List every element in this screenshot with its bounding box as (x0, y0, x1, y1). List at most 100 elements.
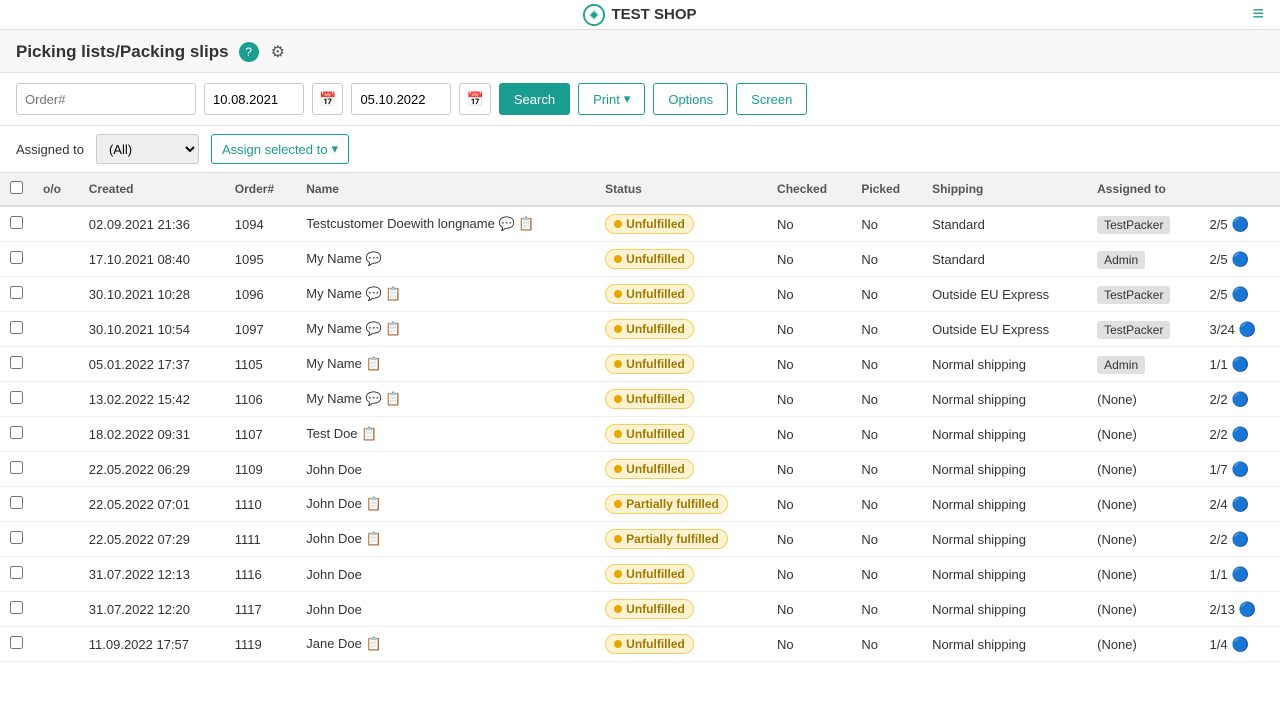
note-icon[interactable]: 💬 (365, 251, 381, 266)
order-input[interactable] (16, 83, 196, 115)
assigned-row: Assigned to (All) Admin TestPacker Assig… (0, 126, 1280, 173)
row-created: 31.07.2022 12:20 (79, 592, 225, 627)
row-checked: No (767, 206, 851, 242)
table-row: 22.05.2022 06:29 1109 John Doe Unfulfill… (0, 452, 1280, 487)
options-button[interactable]: Options (653, 83, 728, 115)
row-name: Testcustomer Doewith longname 💬 📋 (296, 206, 595, 242)
info-icon[interactable]: 🔵 (1232, 636, 1249, 653)
orders-table-container: o/o Created Order# Name Status Checked P… (0, 173, 1280, 662)
row-checkbox[interactable] (10, 601, 23, 614)
row-created: 13.02.2022 15:42 (79, 382, 225, 417)
row-shipping: Outside EU Express (922, 312, 1087, 347)
row-checkbox[interactable] (10, 251, 23, 264)
row-order: 1117 (225, 592, 296, 627)
print-dropdown-icon: ▾ (624, 91, 631, 107)
row-order: 1107 (225, 417, 296, 452)
assigned-none: (None) (1097, 567, 1137, 582)
row-checked: No (767, 592, 851, 627)
select-all-checkbox[interactable] (10, 181, 23, 194)
count-value: 1/7 (1210, 462, 1228, 477)
status-dot (614, 500, 622, 508)
info-icon[interactable]: 🔵 (1232, 461, 1249, 478)
assigned-badge: TestPacker (1097, 321, 1170, 339)
info-icon[interactable]: 🔵 (1239, 321, 1256, 338)
row-checkbox[interactable] (10, 531, 23, 544)
row-count: 2/2 🔵 (1200, 522, 1280, 557)
doc-icon[interactable]: 📋 (365, 356, 381, 371)
info-icon[interactable]: 🔵 (1232, 426, 1249, 443)
row-checkbox[interactable] (10, 426, 23, 439)
row-name: My Name 💬 📋 (296, 382, 595, 417)
row-checkbox[interactable] (10, 216, 23, 229)
row-checked: No (767, 347, 851, 382)
row-created: 22.05.2022 06:29 (79, 452, 225, 487)
print-button[interactable]: Print ▾ (578, 83, 645, 115)
search-button[interactable]: Search (499, 83, 570, 115)
assign-selected-button[interactable]: Assign selected to ▾ (211, 134, 349, 164)
row-checkbox-cell (0, 382, 33, 417)
info-icon[interactable]: 🔵 (1232, 356, 1249, 373)
info-icon[interactable]: 🔵 (1232, 531, 1249, 548)
info-icon[interactable]: 🔵 (1232, 216, 1249, 233)
row-picked: No (851, 347, 922, 382)
row-checkbox[interactable] (10, 566, 23, 579)
doc-icon[interactable]: 📋 (366, 636, 382, 651)
row-order: 1097 (225, 312, 296, 347)
row-checkbox[interactable] (10, 391, 23, 404)
help-button[interactable]: ? (239, 42, 259, 62)
date-from-calendar-button[interactable]: 📅 (312, 83, 343, 115)
info-icon[interactable]: 🔵 (1232, 286, 1249, 303)
hamburger-icon[interactable]: ≡ (1252, 3, 1264, 26)
row-status: Unfulfilled (595, 627, 767, 662)
info-icon[interactable]: 🔵 (1232, 566, 1249, 583)
count-value: 1/1 (1210, 357, 1228, 372)
doc-icon[interactable]: 📋 (518, 216, 534, 231)
row-name-text: John Doe (306, 567, 362, 582)
status-dot (614, 290, 622, 298)
row-checkbox[interactable] (10, 496, 23, 509)
doc-icon[interactable]: 📋 (366, 531, 382, 546)
orders-table: o/o Created Order# Name Status Checked P… (0, 173, 1280, 662)
note-icon[interactable]: 💬 (365, 286, 381, 301)
doc-icon[interactable]: 📋 (361, 426, 377, 441)
status-badge: Unfulfilled (605, 284, 694, 304)
row-shipping: Normal shipping (922, 417, 1087, 452)
row-shipping: Normal shipping (922, 382, 1087, 417)
row-checkbox[interactable] (10, 321, 23, 334)
doc-icon[interactable]: 📋 (366, 496, 382, 511)
status-dot (614, 395, 622, 403)
note-icon[interactable]: 💬 (365, 321, 381, 336)
assigned-none: (None) (1097, 532, 1137, 547)
col-oo: o/o (33, 173, 79, 206)
row-created: 22.05.2022 07:29 (79, 522, 225, 557)
settings-button[interactable]: ⚙ (269, 40, 287, 64)
note-icon[interactable]: 💬 (498, 216, 514, 231)
row-status: Unfulfilled (595, 277, 767, 312)
row-checkbox[interactable] (10, 356, 23, 369)
row-checkbox-cell (0, 487, 33, 522)
note-icon[interactable]: 💬 (365, 391, 381, 406)
status-dot (614, 535, 622, 543)
row-status: Unfulfilled (595, 347, 767, 382)
table-row: 02.09.2021 21:36 1094 Testcustomer Doewi… (0, 206, 1280, 242)
date-from-input[interactable] (204, 83, 304, 115)
doc-icon[interactable]: 📋 (385, 391, 401, 406)
assigned-to-select[interactable]: (All) Admin TestPacker (96, 134, 199, 164)
doc-icon[interactable]: 📋 (385, 286, 401, 301)
info-icon[interactable]: 🔵 (1232, 496, 1249, 513)
row-checkbox[interactable] (10, 286, 23, 299)
row-checkbox[interactable] (10, 461, 23, 474)
row-order: 1116 (225, 557, 296, 592)
info-icon[interactable]: 🔵 (1232, 391, 1249, 408)
row-checkbox[interactable] (10, 636, 23, 649)
info-icon[interactable]: 🔵 (1239, 601, 1256, 618)
date-to-calendar-button[interactable]: 📅 (459, 83, 490, 115)
row-checked: No (767, 382, 851, 417)
row-name: Jane Doe 📋 (296, 627, 595, 662)
row-created: 31.07.2022 12:13 (79, 557, 225, 592)
row-checkbox-cell (0, 347, 33, 382)
info-icon[interactable]: 🔵 (1232, 251, 1249, 268)
screen-button[interactable]: Screen (736, 83, 807, 115)
date-to-input[interactable] (351, 83, 451, 115)
doc-icon[interactable]: 📋 (385, 321, 401, 336)
